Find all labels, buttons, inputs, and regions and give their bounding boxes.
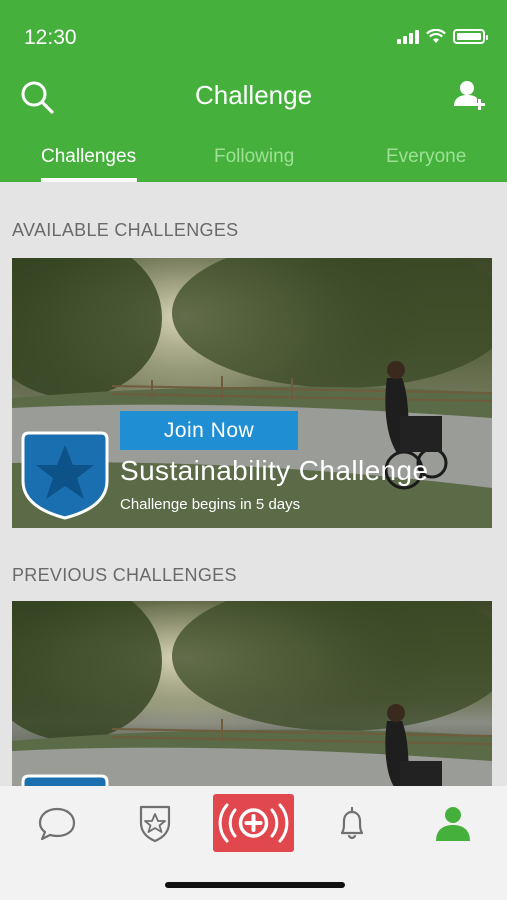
- join-now-button[interactable]: Join Now: [120, 411, 298, 450]
- signal-icon: [397, 30, 419, 44]
- status-time: 12:30: [24, 26, 77, 49]
- page-title: Challenge: [194, 80, 313, 110]
- nav-notifications[interactable]: [330, 803, 374, 843]
- add-user-icon: [454, 81, 485, 110]
- previous-challenge-card[interactable]: [12, 601, 492, 791]
- tab-everyone[interactable]: Everyone: [386, 146, 466, 168]
- challenge-title: Sustainability Challenge: [120, 455, 429, 486]
- challenge-subtitle: Challenge begins in 5 days: [120, 496, 301, 513]
- bell-icon: [340, 806, 364, 840]
- nav-profile[interactable]: [431, 803, 475, 843]
- previous-challenges-label: PREVIOUS CHALLENGES: [12, 565, 237, 585]
- nav-chat[interactable]: [35, 803, 79, 843]
- battery-icon: [453, 29, 488, 44]
- challenge-card[interactable]: Join Now Sustainability Challenge Challe…: [12, 258, 492, 528]
- emergency-button[interactable]: [213, 794, 294, 852]
- star-shield-icon: [21, 431, 109, 520]
- star-shield-icon: [139, 805, 171, 843]
- home-indicator: [165, 882, 345, 888]
- available-challenges-label: AVAILABLE CHALLENGES: [12, 220, 239, 240]
- active-tab-indicator: [41, 178, 137, 182]
- previous-challenge-image: [12, 601, 492, 791]
- emergency-plus-icon: [218, 803, 289, 843]
- status-icons: [397, 29, 488, 44]
- tab-challenges[interactable]: Challenges: [41, 146, 136, 168]
- chat-bubble-icon: [38, 807, 76, 841]
- nav-challenges[interactable]: [133, 803, 177, 843]
- add-user-button[interactable]: [451, 76, 491, 116]
- wifi-icon: [426, 29, 446, 43]
- app-header: 12:30 Challenge Challenges Following Eve…: [0, 0, 507, 182]
- bottom-nav: [0, 786, 507, 900]
- tab-following[interactable]: Following: [214, 146, 294, 168]
- profile-icon: [436, 807, 470, 841]
